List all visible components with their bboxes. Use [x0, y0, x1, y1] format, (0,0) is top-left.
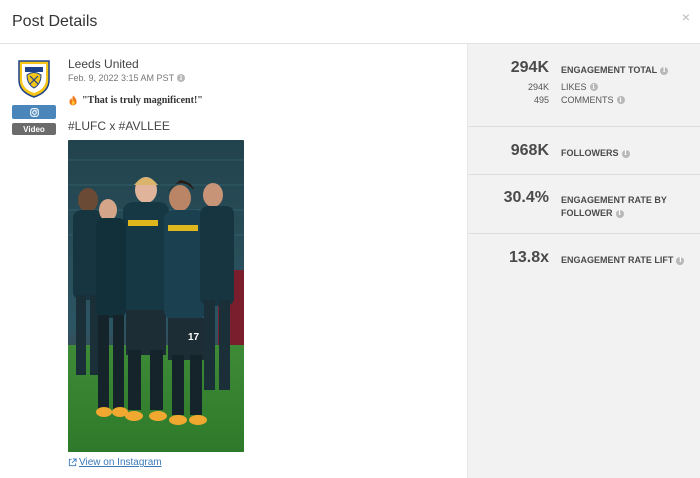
comments-label-text: COMMENTS — [561, 95, 614, 105]
modal-body: Video Leeds United Feb. 9, 2022 3:15 AM … — [0, 44, 700, 478]
external-link-icon — [68, 458, 77, 467]
comments-value: 495 — [533, 95, 549, 105]
followers-label-text: FOLLOWERS — [561, 148, 619, 158]
info-icon[interactable]: i — [177, 74, 186, 82]
metric-engagement-total: 294K ENGAGEMENT TOTAL i 294K LIKES i 495… — [468, 44, 700, 127]
post-date: Feb. 9, 2022 3:15 AM PST i — [68, 73, 186, 83]
info-icon[interactable]: i — [616, 96, 625, 104]
instagram-icon — [29, 107, 39, 117]
info-icon[interactable]: i — [621, 149, 630, 158]
post-hashtags: #LUFC x #AVLLEE — [68, 119, 170, 133]
info-icon[interactable]: i — [615, 209, 624, 218]
info-icon[interactable]: i — [660, 66, 669, 75]
likes-label: LIKES i — [561, 82, 598, 92]
metric-engagement-rate-lift: 13.8x ENGAGEMENT RATE LIFT i — [468, 234, 700, 286]
info-icon[interactable]: i — [589, 83, 598, 91]
likes-value: 294K — [527, 82, 549, 92]
post-details-modal: Post Details × Video Leeds United Feb. 9… — [0, 0, 700, 478]
followers-label: FOLLOWERS i — [561, 147, 630, 160]
engagement-rate-label-line2-row: FOLLOWER i — [561, 207, 667, 220]
svg-text:17: 17 — [188, 332, 200, 343]
engagement-rate-lift-label: ENGAGEMENT RATE LIFT i — [561, 254, 685, 267]
metric-engagement-rate: 30.4% ENGAGEMENT RATE BY FOLLOWER i — [468, 175, 700, 234]
engagement-rate-value: 30.4% — [503, 189, 549, 206]
view-on-instagram-link[interactable]: View on Instagram — [68, 457, 162, 468]
engagement-total-label: ENGAGEMENT TOTAL i — [561, 64, 669, 77]
media-type-badge: Video — [12, 123, 56, 135]
fire-emoji-icon — [69, 95, 77, 106]
post-panel: Video Leeds United Feb. 9, 2022 3:15 AM … — [0, 44, 467, 478]
likes-label-text: LIKES — [561, 82, 587, 92]
engagement-rate-lift-value: 13.8x — [508, 249, 549, 266]
close-icon[interactable]: × — [682, 9, 690, 25]
view-link-text[interactable]: View on Instagram — [79, 457, 162, 468]
instagram-badge — [12, 105, 56, 119]
modal-header: Post Details — [0, 0, 700, 44]
account-name: Leeds United — [68, 57, 139, 71]
engagement-rate-label-line1: ENGAGEMENT RATE BY — [561, 195, 667, 205]
engagement-rate-label-line2: FOLLOWER — [561, 208, 613, 218]
modal-title: Post Details — [12, 12, 98, 30]
engagement-total-value: 294K — [510, 59, 549, 76]
club-crest-icon — [18, 60, 50, 98]
info-icon[interactable]: i — [676, 256, 685, 265]
engagement-total-label-text: ENGAGEMENT TOTAL — [561, 65, 658, 75]
comments-label: COMMENTS i — [561, 95, 625, 105]
post-date-text: Feb. 9, 2022 3:15 AM PST — [68, 73, 175, 83]
metric-followers: 968K FOLLOWERS i — [468, 127, 700, 175]
post-image[interactable]: 17 — [68, 140, 244, 452]
post-caption: "That is truly magnificent!" — [68, 95, 203, 106]
caption-text: "That is truly magnificent!" — [82, 95, 203, 106]
metrics-panel: 294K ENGAGEMENT TOTAL i 294K LIKES i 495… — [467, 44, 700, 478]
engagement-rate-label: ENGAGEMENT RATE BY FOLLOWER i — [561, 194, 667, 220]
followers-value: 968K — [510, 142, 549, 159]
engagement-rate-lift-label-text: ENGAGEMENT RATE LIFT — [561, 255, 674, 265]
